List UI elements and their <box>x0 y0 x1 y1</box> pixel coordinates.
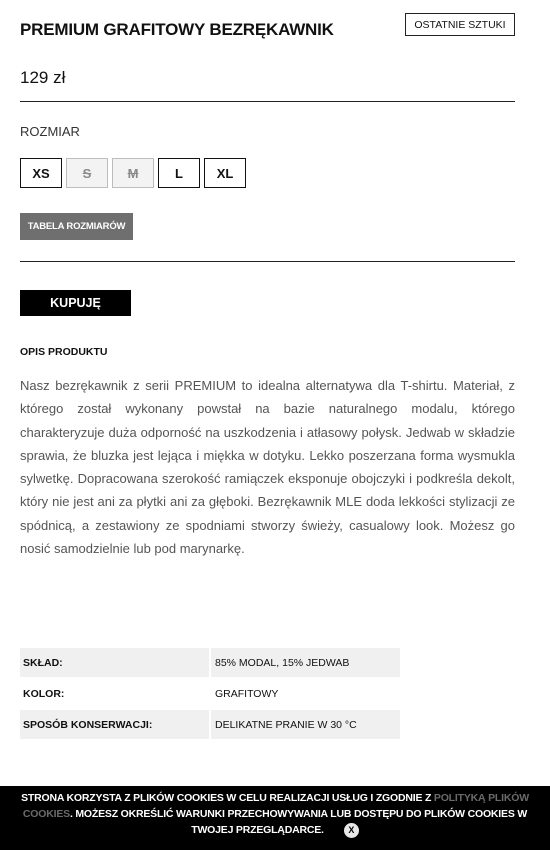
spec-row: SPOSÓB KONSERWACJI: DELIKATNE PRANIE W 3… <box>20 710 400 739</box>
product-price: 129 zł <box>20 68 66 87</box>
spec-row: SKŁAD: 85% MODAL, 15% JEDWAB <box>20 648 400 677</box>
size-option-m[interactable]: M <box>112 158 154 188</box>
spec-key: SKŁAD: <box>20 648 209 677</box>
spec-key: KOLOR: <box>23 687 65 700</box>
close-icon[interactable]: X <box>343 822 359 838</box>
spec-value: DELIKATNE PRANIE W 30 °C <box>209 710 400 739</box>
size-option-xs[interactable]: XS <box>20 158 62 188</box>
spec-row: KOLOR: GRAFITOWY <box>20 679 400 708</box>
size-table-button[interactable]: TABELA ROZMIARÓW <box>20 213 133 240</box>
size-option-l[interactable]: L <box>158 158 200 188</box>
spec-value: 85% MODAL, 15% JEDWAB <box>209 648 400 677</box>
specs-table: SKŁAD: 85% MODAL, 15% JEDWAB KOLOR: GRAF… <box>20 646 400 741</box>
buy-button[interactable]: KUPUJĘ <box>20 290 131 316</box>
product-title: PREMIUM GRAFITOWY BEZRĘKAWNIK <box>20 20 334 39</box>
divider <box>20 261 515 262</box>
cookie-text: STRONA KORZYSTA Z PLIKÓW COOKIES W CELU … <box>21 792 434 804</box>
spec-key: SPOSÓB KONSERWACJI: <box>20 710 209 739</box>
last-items-badge: OSTATNIE SZTUKI <box>405 13 515 36</box>
size-option-xl[interactable]: XL <box>204 158 246 188</box>
description-heading: OPIS PRODUKTU <box>20 346 108 358</box>
spec-value: GRAFITOWY <box>209 679 400 708</box>
size-option-s[interactable]: S <box>66 158 108 188</box>
size-label: ROZMIAR <box>20 124 80 139</box>
divider <box>20 101 515 102</box>
cookie-banner: STRONA KORZYSTA Z PLIKÓW COOKIES W CELU … <box>0 786 550 850</box>
description-text: Nasz bezrękawnik z serii PREMIUM to idea… <box>20 378 515 557</box>
size-selector: XS S M L XL <box>20 158 246 188</box>
cookie-text: . MOŻESZ OKREŚLIĆ WARUNKI PRZECHOWYWANIA… <box>69 808 528 836</box>
